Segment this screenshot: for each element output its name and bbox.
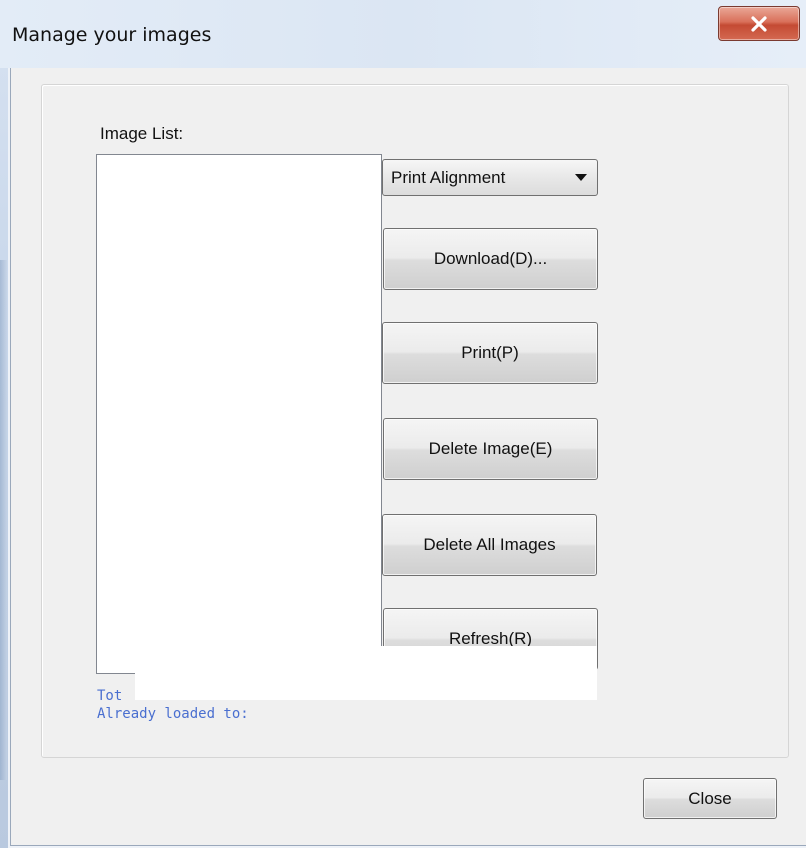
chevron-down-icon xyxy=(575,174,587,181)
image-list-label: Image List: xyxy=(100,124,184,143)
window-border xyxy=(0,0,8,848)
download-button[interactable]: Download(D)... xyxy=(383,228,598,290)
close-button[interactable]: Close xyxy=(643,778,777,819)
close-x-icon xyxy=(751,15,767,32)
title-bar: Manage your images xyxy=(0,0,806,68)
occluding-overlay xyxy=(135,646,597,700)
delete-all-images-button[interactable]: Delete All Images xyxy=(382,514,597,576)
image-listbox[interactable] xyxy=(96,154,382,674)
total-status-text: Tot xyxy=(97,688,123,704)
loaded-status-text: Already loaded to: xyxy=(97,706,249,722)
delete-image-button[interactable]: Delete Image(E) xyxy=(383,418,598,480)
close-window-button[interactable] xyxy=(718,6,800,41)
dialog-client-area: Image List: Print Alignment Download(D).… xyxy=(10,68,806,846)
print-button[interactable]: Print(P) xyxy=(382,322,598,384)
manage-images-dialog: Manage your images Image List: Print Ali… xyxy=(0,0,806,848)
print-alignment-value: Print Alignment xyxy=(391,168,506,187)
print-alignment-dropdown[interactable]: Print Alignment xyxy=(382,159,598,196)
window-title: Manage your images xyxy=(12,24,212,46)
